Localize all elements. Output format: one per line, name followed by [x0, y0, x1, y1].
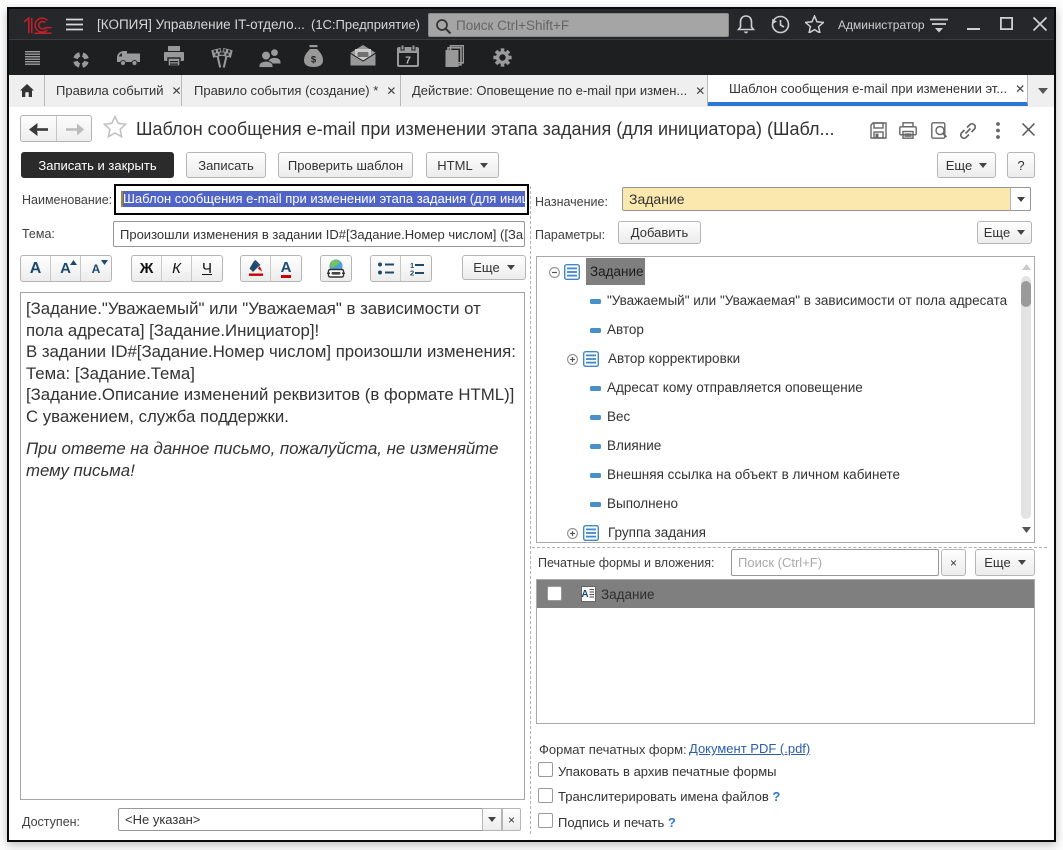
svg-text:$: $ — [311, 55, 317, 66]
svg-text:2: 2 — [410, 268, 414, 276]
svg-text:А: А — [581, 589, 588, 600]
svg-text:7: 7 — [405, 55, 411, 67]
